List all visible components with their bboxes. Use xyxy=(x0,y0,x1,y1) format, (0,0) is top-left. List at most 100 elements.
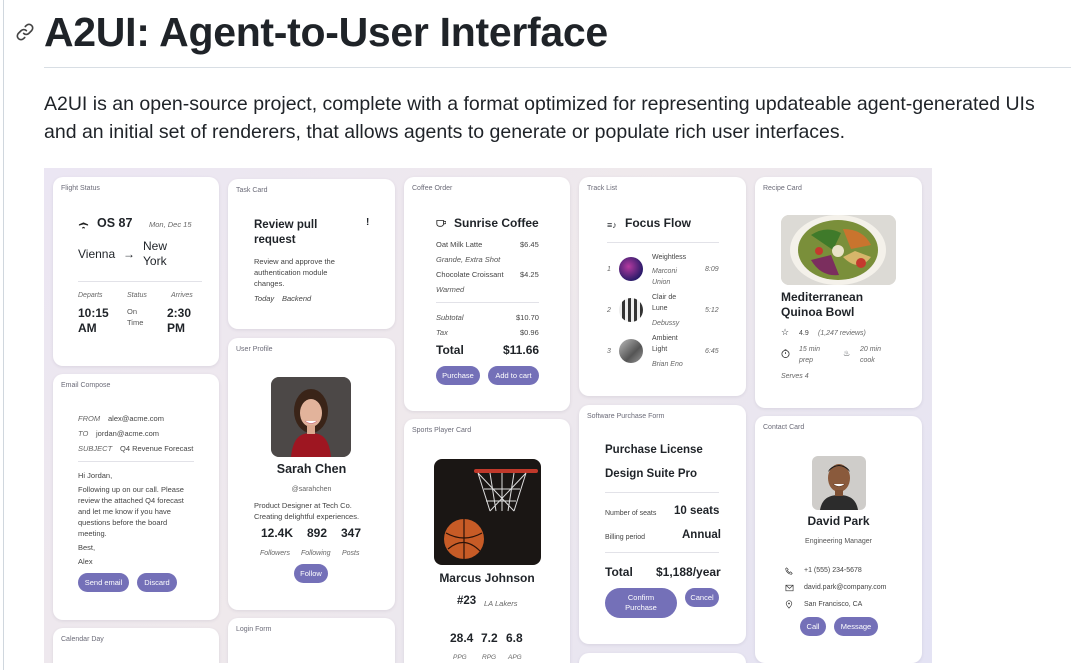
call-button[interactable]: Call xyxy=(800,617,826,636)
serves: Serves 4 xyxy=(781,373,809,380)
coffee-order-card: Coffee Order Sunrise Coffee Oat Milk Lat… xyxy=(404,177,570,411)
recipe-card: Recipe Card Mediterranean Quinoa Bowl ☆ … xyxy=(755,177,922,408)
track-title-l1: Ambient xyxy=(652,335,678,342)
prep-time-l1: 15 min xyxy=(799,346,821,353)
confirm-purchase-button[interactable]: Confirm Purchase xyxy=(605,588,677,618)
recipe-photo xyxy=(781,215,896,285)
track-artist: Debussy xyxy=(652,320,680,327)
track-duration: 8:09 xyxy=(705,266,719,273)
recipe-rating: 4.9 xyxy=(799,330,809,337)
card-label: Software Purchase Form xyxy=(587,413,665,420)
following-label: Following xyxy=(301,550,331,557)
apg-label: APG xyxy=(508,654,522,661)
item1-price: $6.45 xyxy=(520,240,539,249)
ppg-label: PPG xyxy=(453,654,467,661)
purchase-title-l1: Purchase License xyxy=(605,444,703,456)
status-label: Status xyxy=(127,292,147,299)
track-duration: 5:12 xyxy=(705,307,719,314)
album-art xyxy=(619,298,643,322)
track-number: 2 xyxy=(607,307,611,314)
send-email-button[interactable]: Send email xyxy=(78,573,129,592)
email-body-l3: and let me know if you have xyxy=(78,507,171,516)
task-title-l2: request xyxy=(254,234,296,246)
discard-button[interactable]: Discard xyxy=(137,573,177,592)
divider xyxy=(607,242,719,243)
billing-period-value[interactable]: Annual xyxy=(682,529,721,541)
profile-name: Sarah Chen xyxy=(276,462,347,476)
contact-email[interactable]: david.park@company.com xyxy=(804,584,886,591)
location-pin-icon xyxy=(785,600,793,609)
purchase-total-value: $1,188/year xyxy=(656,565,721,579)
destination-line1: New xyxy=(143,239,168,253)
album-art xyxy=(619,339,643,363)
follow-button[interactable]: Follow xyxy=(294,564,328,583)
seats-value[interactable]: 10 seats xyxy=(674,505,719,517)
add-to-cart-button[interactable]: Add to cart xyxy=(488,366,539,385)
tax-value: $0.96 xyxy=(520,328,539,337)
card-label: Sports Player Card xyxy=(412,427,472,434)
track-list-card: Track List ≡♪ Focus Flow 1 Weightless Ma… xyxy=(579,177,746,396)
player-name: Marcus Johnson xyxy=(439,571,535,585)
card-label: Track List xyxy=(587,185,618,192)
item1-note: Grande, Extra Shot xyxy=(436,255,501,264)
track-artist: Brian Eno xyxy=(652,361,683,368)
purchase-button[interactable]: Purchase xyxy=(436,366,480,385)
timer-icon xyxy=(781,349,790,358)
cancel-button[interactable]: Cancel xyxy=(685,588,719,607)
software-purchase-card: Software Purchase Form Purchase License … xyxy=(579,405,746,644)
departs-label: Departs xyxy=(78,292,103,299)
billing-period-label: Billing period xyxy=(605,534,646,541)
following-count: 892 xyxy=(307,526,328,540)
departs-time-l2: AM xyxy=(78,321,97,335)
purchase-title-l2: Design Suite Pro xyxy=(605,468,698,480)
card-label: Flight Status xyxy=(61,185,100,192)
cook-time-l2: cook xyxy=(860,357,875,364)
calendar-day-card: Calendar Day xyxy=(53,628,219,663)
email-greeting: Hi Jordan, xyxy=(78,471,113,480)
recipe-title-l2: Quinoa Bowl xyxy=(781,305,855,319)
task-desc-l3: changes. xyxy=(254,279,285,288)
phone-icon xyxy=(785,567,793,575)
divider xyxy=(605,552,719,553)
divider xyxy=(78,281,202,282)
posts-count: 347 xyxy=(341,526,362,540)
card-label: Login Form xyxy=(236,626,272,633)
partial-card xyxy=(579,653,746,663)
divider xyxy=(605,492,719,493)
priority-icon: ! xyxy=(366,217,370,228)
track-title-l1: Clair de xyxy=(652,294,677,301)
confirm-label-l2: Purchase xyxy=(625,603,657,612)
ppg-value: 28.4 xyxy=(450,631,474,645)
message-button[interactable]: Message xyxy=(834,617,878,636)
tax-label: Tax xyxy=(436,328,448,337)
status-l1: On xyxy=(127,307,138,316)
route-arrow-icon: → xyxy=(123,247,135,261)
recipe-title-l1: Mediterranean xyxy=(781,290,864,304)
email-body-l2: review the attached Q4 forecast xyxy=(78,496,184,505)
shop-name: Sunrise Coffee xyxy=(454,216,539,230)
email-compose-card: Email Compose FROM alex@acme.com TO jord… xyxy=(53,374,219,620)
contact-phone[interactable]: +1 (555) 234-5678 xyxy=(804,567,862,574)
task-card: Task Card Review pull request ! Review a… xyxy=(228,179,395,329)
from-address: alex@acme.com xyxy=(108,414,164,423)
airplane-icon xyxy=(78,218,89,229)
link-icon[interactable] xyxy=(14,21,36,43)
arrives-time-l2: PM xyxy=(167,321,185,335)
divider xyxy=(436,302,539,303)
contact-card: Contact Card David Park Engineering Mana… xyxy=(755,416,922,663)
subtotal-value: $10.70 xyxy=(516,313,539,322)
track-artist-l2: Union xyxy=(652,279,671,286)
card-label: Contact Card xyxy=(763,424,805,431)
avatar xyxy=(271,377,351,457)
left-border xyxy=(3,0,4,670)
arrives-time-l1: 2:30 xyxy=(167,306,192,320)
track-number: 1 xyxy=(607,266,611,273)
confirm-label-l1: Confirm xyxy=(627,593,655,602)
coffee-cup-icon xyxy=(436,220,446,227)
track-title-l2: Light xyxy=(652,346,668,353)
seats-label: Number of seats xyxy=(605,510,657,517)
posts-label: Posts xyxy=(342,550,360,557)
intro-paragraph: A2UI is an open-source project, complete… xyxy=(44,93,1035,143)
status-l2: Time xyxy=(127,318,144,327)
subtotal-label: Subtotal xyxy=(436,313,464,322)
